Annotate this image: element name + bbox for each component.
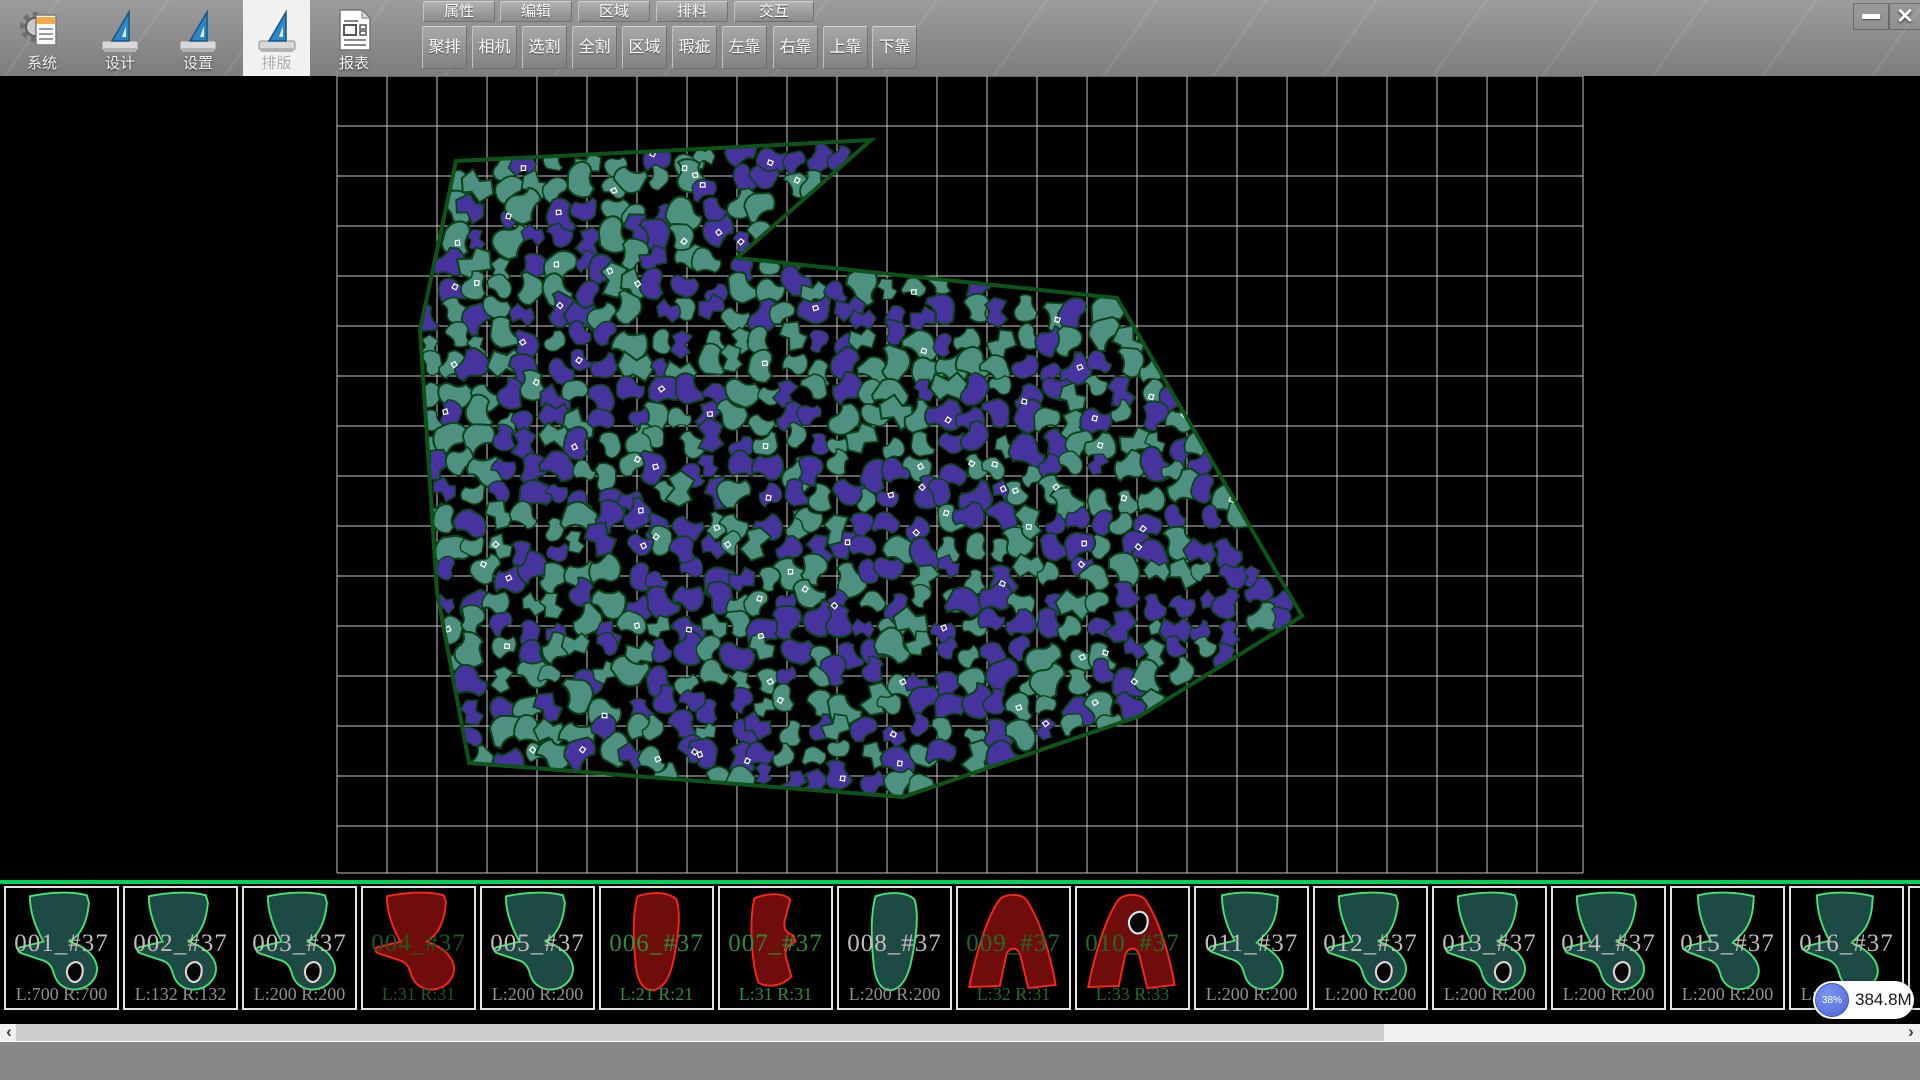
- report-document-icon: [332, 6, 376, 56]
- tool-defect[interactable]: 瑕疵: [672, 26, 717, 69]
- part-shape: [1555, 890, 1662, 1006]
- part-shape: [1317, 890, 1424, 1006]
- design-ruler-icon: [98, 6, 142, 56]
- thumbnail-cell[interactable]: 001_#37L:700 R:700: [4, 886, 119, 1010]
- nav-settings-button[interactable]: 设置: [166, 0, 230, 76]
- menu-region[interactable]: 区域: [578, 1, 650, 22]
- nav-design-button[interactable]: 设计: [88, 0, 152, 76]
- part-shape: [1436, 890, 1543, 1006]
- tool-align-left[interactable]: 左靠: [722, 26, 767, 69]
- part-shape: [841, 890, 948, 1006]
- nav-system-button[interactable]: 系统: [10, 0, 74, 76]
- memory-value: 384.8M: [1855, 981, 1912, 1019]
- tool-cluster-nest[interactable]: 聚排: [422, 26, 467, 69]
- part-shape: [365, 890, 472, 1006]
- thumbnail-cell[interactable]: 008_#37L:200 R:200: [837, 886, 952, 1010]
- thumbnail-cell[interactable]: 009_#37L:32 R:31: [956, 886, 1071, 1010]
- part-shape: [1674, 890, 1781, 1006]
- toolbar: 系统 设计 设置: [0, 0, 1920, 76]
- scrollbar-thumb[interactable]: [16, 1024, 1384, 1041]
- tool-camera[interactable]: 相机: [472, 26, 517, 69]
- application-window: 系统 设计 设置: [0, 0, 1920, 1080]
- part-shape: [603, 890, 710, 1006]
- gear-system-icon: [19, 6, 65, 56]
- menu-properties[interactable]: 属性: [423, 1, 495, 22]
- menu-interactive[interactable]: 交互: [734, 1, 814, 22]
- settings-ruler-icon: [176, 6, 220, 56]
- tool-align-top[interactable]: 上靠: [823, 26, 868, 69]
- nav-nesting-label: 排版: [261, 56, 291, 72]
- menu-edit[interactable]: 编辑: [500, 1, 572, 22]
- close-button[interactable]: ✕: [1889, 3, 1920, 30]
- thumbnail-cell[interactable]: 013_#37L:200 R:200: [1432, 886, 1547, 1010]
- menu-nesting[interactable]: 排料: [656, 1, 728, 22]
- part-shape: [246, 890, 353, 1006]
- scroll-left-arrow-icon[interactable]: ‹: [1, 1024, 17, 1041]
- part-shape: [1079, 890, 1186, 1006]
- tool-align-right[interactable]: 右靠: [773, 26, 818, 69]
- thumbnail-cell[interactable]: 014_#37L:200 R:200: [1551, 886, 1666, 1010]
- nav-design-label: 设计: [105, 56, 135, 72]
- progress-badge: 38%: [1815, 983, 1849, 1017]
- thumbnail-cell[interactable]: 004_#37L:31 R:31: [361, 886, 476, 1010]
- part-shape: [960, 890, 1067, 1006]
- part-shape: [1912, 890, 1920, 1006]
- thumbnail-cell[interactable]: 012_#37L:200 R:200: [1313, 886, 1428, 1010]
- thumbnail-cell[interactable]: 006_#37L:21 R:21: [599, 886, 714, 1010]
- scroll-right-arrow-icon[interactable]: ›: [1903, 1024, 1919, 1041]
- horizontal-scrollbar[interactable]: ‹ ›: [0, 1024, 1920, 1041]
- thumbnail-cell[interactable]: 003_#37L:200 R:200: [242, 886, 357, 1010]
- nav-report-label: 报表: [339, 56, 369, 72]
- nav-system-label: 系统: [27, 56, 57, 72]
- tool-select-cut[interactable]: 选割: [522, 26, 567, 69]
- thumbnail-cell[interactable]: 011_#37L:200 R:200: [1194, 886, 1309, 1010]
- part-shape: [484, 890, 591, 1006]
- thumbnail-cell[interactable]: 015_#37L:200 R:200: [1670, 886, 1785, 1010]
- part-thumbnail-strip: 001_#37L:700 R:700002_#37L:132 R:132003_…: [0, 884, 1920, 1016]
- tool-region[interactable]: 区域: [622, 26, 667, 69]
- nav-nesting-button[interactable]: 排版: [243, 0, 310, 76]
- minimize-button[interactable]: [1853, 3, 1889, 30]
- nav-report-button[interactable]: 报表: [322, 0, 386, 76]
- part-shape: [127, 890, 234, 1006]
- status-bar: [0, 1041, 1920, 1080]
- progress-percent: 38%: [1822, 995, 1842, 1006]
- close-icon: ✕: [1896, 4, 1914, 29]
- tool-align-bottom[interactable]: 下靠: [872, 26, 917, 69]
- memory-indicator[interactable]: 38% 384.8M: [1813, 981, 1914, 1019]
- minimize-icon: [1862, 14, 1880, 19]
- part-shape: [1198, 890, 1305, 1006]
- nested-parts: [410, 137, 1295, 807]
- nesting-ruler-icon: [255, 6, 299, 56]
- part-shape: [722, 890, 829, 1006]
- nav-settings-label: 设置: [183, 56, 213, 72]
- part-shape: [8, 890, 115, 1006]
- thumbnail-cell[interactable]: 010_#37L:33 R:33: [1075, 886, 1190, 1010]
- thumbnail-cell[interactable]: 005_#37L:200 R:200: [480, 886, 595, 1010]
- tool-cut-all[interactable]: 全割: [572, 26, 617, 69]
- thumbnail-cell[interactable]: 007_#37L:31 R:31: [718, 886, 833, 1010]
- thumbnail-cell[interactable]: 002_#37L:132 R:132: [123, 886, 238, 1010]
